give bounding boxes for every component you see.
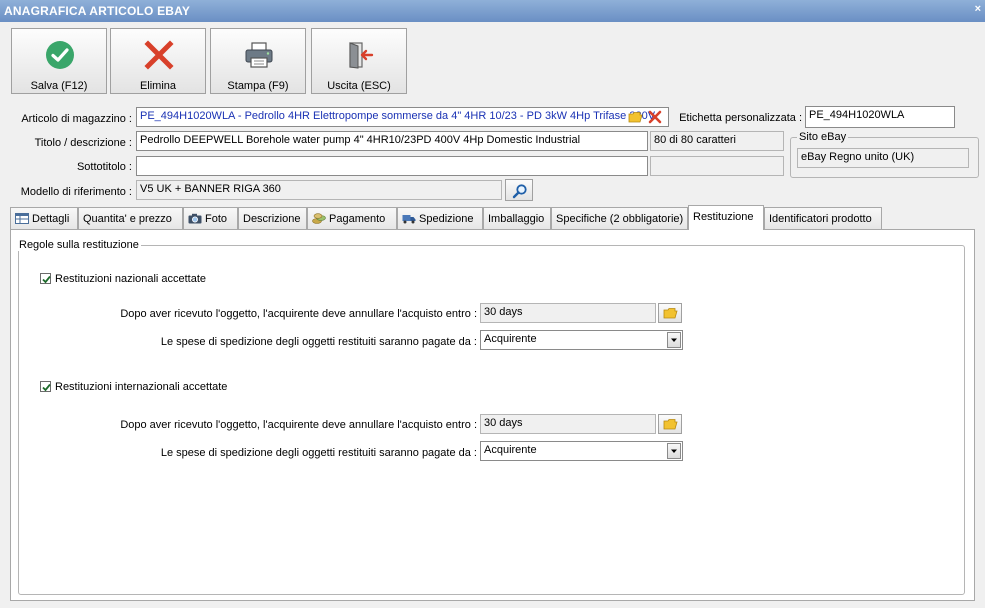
national-period-picker[interactable] [658,303,682,323]
delete-x-icon [144,40,174,70]
international-returns-label: Restituzioni internazionali accettate [55,381,228,393]
tab-label: Spedizione [419,213,474,225]
restituzione-panel: Regole sulla restituzione Restituzioni n… [10,229,975,601]
title-bar: ANAGRAFICA ARTICOLO EBAY × [0,0,985,22]
international-shipping-value: Acquirente [484,444,537,456]
titolo-label: Titolo / descrizione : [34,137,132,149]
international-returns-checkbox[interactable] [40,381,51,392]
printer-icon [245,42,273,68]
sito-ebay-caption: Sito eBay [797,131,849,143]
sito-ebay-group: Sito eBay eBay Regno unito (UK) [790,131,979,178]
tab-restituzione[interactable]: Restituzione [688,205,764,230]
international-period-field: 30 days [480,414,656,434]
print-button-label: Stampa (F9) [227,80,289,92]
delete-button[interactable]: Elimina [110,28,206,94]
delete-button-label: Elimina [139,80,177,92]
sottotitolo-field[interactable] [136,156,648,176]
search-icon [512,184,527,199]
international-shipping-select[interactable]: Acquirente [480,441,683,461]
modello-field: V5 UK + BANNER RIGA 360 [136,180,502,200]
tab-label: Identificatori prodotto [769,213,872,225]
chevron-down-icon[interactable] [667,443,681,459]
truck-icon [402,215,416,224]
etichetta-field[interactable]: PE_494H1020WLA [805,106,955,128]
search-button[interactable] [505,179,533,201]
tab-label: Descrizione [243,213,301,225]
titolo-field[interactable]: Pedrollo DEEPWELL Borehole water pump 4"… [136,131,648,151]
table-icon [15,213,29,224]
exit-door-icon [349,42,374,69]
national-shipping-label: Le spese di spedizione degli oggetti res… [160,336,477,348]
chevron-down-icon[interactable] [667,332,681,348]
national-returns-label: Restituzioni nazionali accettate [55,273,207,285]
international-period-label: Dopo aver ricevuto l'oggetto, l'acquiren… [120,419,477,431]
tab-spedizione[interactable]: Spedizione [397,207,483,229]
checkmark-icon [42,383,51,392]
international-period-picker[interactable] [658,414,682,434]
exit-button-label: Uscita (ESC) [327,80,391,92]
return-rules-caption: Regole sulla restituzione [17,239,141,251]
national-period-field: 30 days [480,303,656,323]
etichetta-label: Etichetta personalizzata : [679,112,802,124]
folder-icon [663,308,678,319]
tab-label: Restituzione [693,211,754,223]
tab-descrizione[interactable]: Descrizione [238,207,307,229]
checkmark-icon [46,41,74,69]
char-count: 80 di 80 caratteri [650,131,784,151]
international-shipping-label: Le spese di spedizione degli oggetti res… [160,447,477,459]
folder-icon [663,419,678,430]
save-button-label: Salva (F12) [30,80,88,92]
tab-quantita[interactable]: Quantita' e prezzo [78,207,183,229]
print-button[interactable]: Stampa (F9) [210,28,306,94]
coins-icon [312,213,326,224]
tab-label: Imballaggio [488,213,545,225]
tab-identificatori[interactable]: Identificatori prodotto [764,207,882,229]
tab-pagamento[interactable]: Pagamento [307,207,397,229]
tab-specifiche[interactable]: Specifiche (2 obbligatorie) [551,207,688,229]
modello-label: Modello di riferimento : [20,186,132,198]
clear-x-icon[interactable] [648,110,662,124]
tab-label: Dettagli [32,213,70,225]
sottotitolo-count [650,156,784,176]
national-returns-checkbox[interactable] [40,273,51,284]
tab-label: Quantita' e prezzo [83,213,172,225]
tab-foto[interactable]: Foto [183,207,238,229]
tab-dettagli[interactable]: Dettagli [10,207,78,229]
exit-button[interactable]: Uscita (ESC) [311,28,407,94]
checkmark-icon [42,275,51,284]
national-shipping-value: Acquirente [484,333,537,345]
tab-label: Foto [205,213,228,225]
national-period-label: Dopo aver ricevuto l'oggetto, l'acquiren… [120,308,477,320]
articolo-field[interactable]: PE_494H1020WLA - Pedrollo 4HR Elettropom… [136,107,669,127]
tab-label: Pagamento [329,213,386,225]
close-icon[interactable]: × [975,3,981,15]
national-shipping-select[interactable]: Acquirente [480,330,683,350]
camera-icon [188,213,202,224]
tab-label: Specifiche (2 obbligatorie) [556,213,684,225]
articolo-label: Articolo di magazzino : [21,113,132,125]
window-title: ANAGRAFICA ARTICOLO EBAY [4,4,191,18]
folder-icon[interactable] [628,111,643,123]
tab-imballaggio[interactable]: Imballaggio [483,207,551,229]
save-button[interactable]: Salva (F12) [11,28,107,94]
sottotitolo-label: Sottotitolo : [76,161,132,173]
sito-ebay-field: eBay Regno unito (UK) [797,148,969,168]
